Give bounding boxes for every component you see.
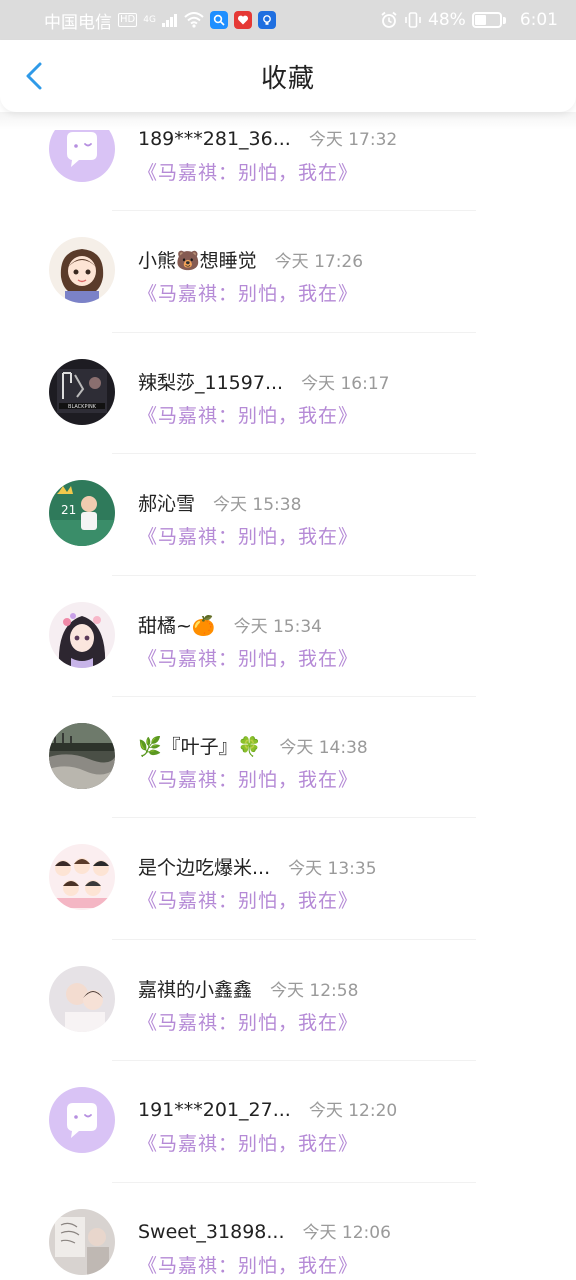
- timestamp: 今天 12:58: [270, 980, 359, 1001]
- timestamp: 今天 16:17: [301, 373, 390, 394]
- timestamp: 今天 12:06: [302, 1222, 391, 1243]
- name-line: 🌿『叶子』🍀 今天 14:38: [138, 732, 368, 759]
- user-name: 🌿『叶子』🍀: [138, 735, 262, 758]
- avatar[interactable]: [49, 723, 115, 789]
- name-line: 甜橘~🍊 今天 15:34: [138, 611, 322, 638]
- battery-fill: [474, 15, 487, 25]
- header-shadow: [0, 112, 576, 130]
- avatar[interactable]: [49, 1087, 115, 1153]
- avatar-image: [49, 602, 115, 668]
- avatar-image: [49, 1087, 115, 1153]
- list-item[interactable]: Sweet_31898... 今天 12:06 《马嘉祺：别怕，我在》: [0, 1183, 576, 1280]
- avatar[interactable]: [49, 966, 115, 1032]
- user-name: 辣梨莎_11597...: [138, 371, 284, 394]
- avatar-image: [49, 844, 115, 910]
- header-bar: 收藏: [0, 40, 576, 112]
- status-bar: 中国电信 HD 4G 48% 6:01: [0, 0, 576, 40]
- name-line: 小熊🐻想睡觉 今天 17:26: [138, 246, 363, 273]
- user-name: 191***201_27...: [138, 1099, 291, 1122]
- avatar-image: [49, 359, 115, 425]
- name-line: 嘉祺的小鑫鑫 今天 12:58: [138, 975, 358, 1002]
- user-name: 189***281_36...: [138, 128, 291, 150]
- timestamp: 今天 15:34: [233, 616, 322, 637]
- vibrate-icon: [405, 12, 421, 28]
- avatar-image: [49, 237, 115, 303]
- favorite-title: 《马嘉祺：别怕，我在》: [138, 1011, 359, 1034]
- back-button[interactable]: [16, 58, 52, 94]
- hd-badge: HD: [118, 13, 138, 27]
- favorite-title: 《马嘉祺：别怕，我在》: [138, 1254, 359, 1277]
- status-right: 48% 6:01: [380, 10, 558, 30]
- list-item[interactable]: 是个边吃爆米... 今天 13:35 《马嘉祺：别怕，我在》: [0, 818, 576, 940]
- alarm-icon: [381, 11, 397, 28]
- list-item[interactable]: 191***201_27... 今天 12:20 《马嘉祺：别怕，我在》: [0, 1061, 576, 1183]
- timestamp: 今天 17:26: [274, 252, 364, 273]
- user-name: 甜橘~🍊: [138, 614, 216, 637]
- user-name: 郝沁雪: [138, 493, 196, 516]
- heart-app-icon: [233, 11, 252, 29]
- signal-icon: [161, 14, 177, 27]
- avatar[interactable]: [49, 237, 115, 303]
- avatar[interactable]: [49, 1209, 115, 1275]
- list-item[interactable]: 小熊🐻想睡觉 今天 17:26 《马嘉祺：别怕，我在》: [0, 211, 576, 333]
- favorite-title: 《马嘉祺：别怕，我在》: [138, 283, 359, 306]
- list-item[interactable]: 嘉祺的小鑫鑫 今天 12:58 《马嘉祺：别怕，我在》: [0, 940, 576, 1062]
- list-item[interactable]: 甜橘~🍊 今天 15:34 《马嘉祺：别怕，我在》: [0, 576, 576, 697]
- timestamp: 今天 13:35: [288, 859, 377, 880]
- timestamp: 今天 12:20: [308, 1101, 398, 1122]
- name-line: 是个边吃爆米... 今天 13:35: [138, 853, 377, 880]
- favorite-title: 《马嘉祺：别怕，我在》: [138, 647, 359, 670]
- carrier-label: 中国电信: [44, 12, 112, 33]
- name-line: 191***201_27... 今天 12:20: [138, 1096, 397, 1121]
- name-line: 辣梨莎_11597... 今天 16:17: [138, 368, 389, 395]
- user-name: Sweet_31898...: [138, 1220, 285, 1243]
- name-line: 郝沁雪 今天 15:38: [138, 489, 301, 516]
- avatar-image: [49, 1209, 115, 1275]
- list-item[interactable]: 辣梨莎_11597... 今天 16:17 《马嘉祺：别怕，我在》: [0, 333, 576, 455]
- chevron-left-icon: [26, 62, 42, 90]
- avatar-image: [49, 723, 115, 789]
- battery-icon: [471, 12, 506, 28]
- name-line: Sweet_31898... 今天 12:06: [138, 1218, 391, 1243]
- avatar[interactable]: [49, 844, 115, 910]
- favorite-title: 《马嘉祺：别怕，我在》: [138, 162, 359, 184]
- favorites-list: 189***281_36... 今天 17:32 《马嘉祺：别怕，我在》 小熊🐻想睡觉…: [0, 90, 576, 1280]
- favorite-title: 《马嘉祺：别怕，我在》: [138, 526, 359, 549]
- network-type: 4G: [143, 15, 156, 25]
- avatar[interactable]: [49, 602, 115, 668]
- list-item[interactable]: 🌿『叶子』🍀 今天 14:38 《马嘉祺：别怕，我在》: [0, 697, 576, 819]
- timestamp: 今天 15:38: [213, 495, 302, 516]
- timestamp: 今天 14:38: [279, 737, 368, 758]
- battery-percent: 48%: [428, 10, 466, 30]
- avatar-image: [49, 966, 115, 1032]
- user-name: 是个边吃爆米...: [138, 857, 271, 880]
- favorite-title: 《马嘉祺：别怕，我在》: [138, 1133, 359, 1156]
- list-item[interactable]: 郝沁雪 今天 15:38 《马嘉祺：别怕，我在》: [0, 454, 576, 576]
- avatar-image: [49, 480, 115, 546]
- wifi-icon: [184, 12, 204, 28]
- status-left: 中国电信 HD 4G: [44, 8, 276, 33]
- favorite-title: 《马嘉祺：别怕，我在》: [138, 404, 359, 427]
- user-name: 嘉祺的小鑫鑫: [138, 978, 253, 1001]
- avatar[interactable]: [49, 480, 115, 546]
- favorite-title: 《马嘉祺：别怕，我在》: [138, 890, 359, 913]
- clock: 6:01: [519, 10, 558, 30]
- page-title: 收藏: [260, 63, 315, 94]
- bulb-app-icon: [257, 11, 276, 29]
- search-app-icon: [209, 11, 228, 29]
- avatar[interactable]: [49, 359, 115, 425]
- favorite-title: 《马嘉祺：别怕，我在》: [138, 768, 359, 791]
- user-name: 小熊🐻想睡觉: [138, 250, 257, 273]
